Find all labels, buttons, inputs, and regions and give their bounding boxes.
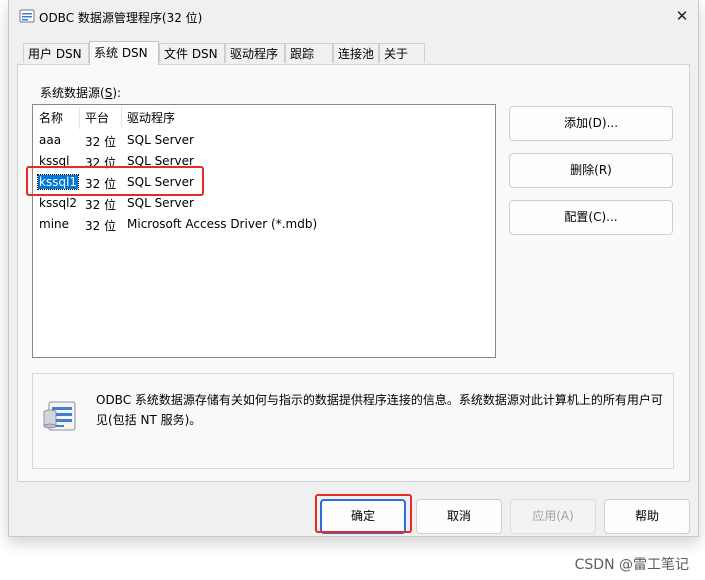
csdn-watermark: CSDN @雷工笔记: [574, 557, 689, 573]
tab-about[interactable]: 关于: [379, 43, 425, 63]
system-datasource-list[interactable]: 名称 平台 驱动程序 aaa 32 位 SQL Server kssql 32 …: [26, 104, 496, 358]
system-datasource-label: 系统数据源(S):: [40, 86, 122, 100]
odbc-dialog-window: ODBC 数据源管理程序(32 位) ✕ 用户 DSN 系统 DSN 文件 DS…: [8, 0, 699, 537]
info-box: ODBC 系统数据源存储有关如何与指示的数据提供程序连接的信息。系统数据源对此计…: [32, 373, 674, 469]
window-title: ODBC 数据源管理程序(32 位): [39, 11, 203, 25]
list-item-driver: Microsoft Access Driver (*.mdb): [127, 217, 318, 231]
title-bar: ODBC 数据源管理程序(32 位) ✕: [9, 0, 698, 34]
odbc-app-icon: [19, 9, 35, 23]
info-description: ODBC 系统数据源存储有关如何与指示的数据提供程序连接的信息。系统数据源对此计…: [96, 393, 663, 427]
column-header-name[interactable]: 名称: [39, 109, 63, 126]
list-item-name[interactable]: aaa: [39, 133, 61, 147]
tab-drivers[interactable]: 驱动程序: [225, 43, 285, 63]
tab-connection-pooling[interactable]: 连接池: [333, 43, 379, 63]
list-item-driver: SQL Server: [127, 133, 194, 147]
configure-button[interactable]: 配置(C)...: [509, 200, 673, 235]
list-item-name[interactable]: kssql2: [39, 196, 77, 210]
tab-strip: 用户 DSN 系统 DSN 文件 DSN 驱动程序 跟踪 连接池 关于: [17, 41, 690, 65]
red-annotation-box: [26, 166, 204, 196]
apply-button[interactable]: 应用(A): [510, 499, 596, 534]
column-separator[interactable]: [121, 107, 122, 129]
database-icon: [43, 401, 76, 431]
list-item-platform: 32 位: [85, 135, 117, 149]
list-item-platform: 32 位: [85, 219, 117, 233]
column-header-driver[interactable]: 驱动程序: [127, 109, 175, 126]
column-header-platform[interactable]: 平台: [85, 109, 109, 126]
list-item-name[interactable]: mine: [39, 217, 69, 231]
red-annotation-box: [315, 494, 412, 533]
remove-button[interactable]: 删除(R): [509, 153, 673, 188]
tab-tracing[interactable]: 跟踪: [285, 43, 333, 63]
cancel-button[interactable]: 取消: [416, 499, 502, 534]
system-dsn-panel: 系统数据源(S): 名称 平台 驱动程序 aaa 32 位 SQL Server…: [17, 64, 690, 482]
tab-user-dsn[interactable]: 用户 DSN: [23, 43, 89, 63]
tab-system-dsn[interactable]: 系统 DSN: [89, 41, 159, 65]
tab-file-dsn[interactable]: 文件 DSN: [159, 43, 225, 63]
column-separator[interactable]: [79, 107, 80, 129]
close-icon[interactable]: ✕: [666, 0, 698, 32]
list-item-driver: SQL Server: [127, 196, 194, 210]
add-button[interactable]: 添加(D)...: [509, 106, 673, 141]
help-button[interactable]: 帮助: [604, 499, 690, 534]
list-item-platform: 32 位: [85, 198, 117, 212]
